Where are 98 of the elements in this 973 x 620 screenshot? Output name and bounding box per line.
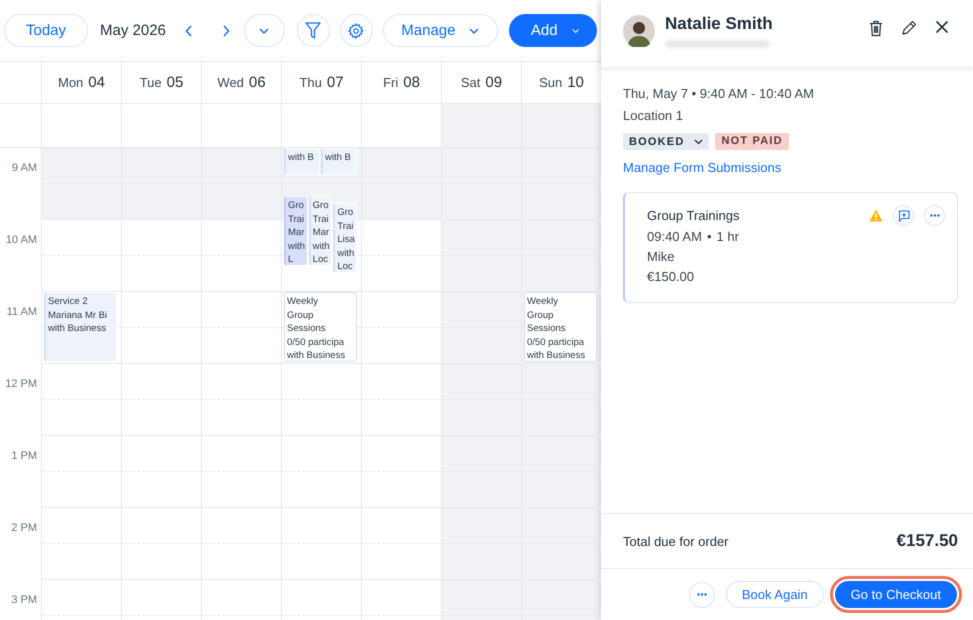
filter-button[interactable] (296, 14, 330, 47)
service-price: €150.00 (647, 269, 695, 284)
hour-label: 10 AM (6, 234, 37, 246)
weekday-label: Sun (539, 75, 562, 90)
event-text: Lisa (337, 233, 356, 247)
date-label: 05 (166, 74, 184, 91)
service-time: 09:40 AM (647, 229, 702, 244)
avatar-icon (623, 15, 655, 47)
event-text: Sessions (527, 322, 567, 336)
event-text: Mar (312, 226, 330, 240)
chevron-down-icon (572, 28, 579, 34)
next-icon[interactable] (222, 24, 230, 36)
weekday-label: Wed (217, 75, 244, 90)
total-amount: €157.50 (896, 531, 958, 551)
filter-icon (305, 22, 322, 40)
event-text: Trai (312, 212, 330, 226)
weekday-label: Mon (58, 75, 84, 90)
manage-button[interactable]: Manage (382, 14, 498, 47)
event-text: 0/50 participa (287, 336, 346, 349)
hour-label: 1 PM (11, 450, 37, 462)
chevron-down-icon (469, 28, 480, 34)
event-card[interactable]: Weekly Group Sessions 0/50 participa with Business (524, 292, 597, 362)
weekday-label: Tue (140, 75, 162, 90)
staff-name: Mike (647, 249, 676, 264)
more-icon (930, 214, 940, 217)
event-text: with (337, 246, 356, 260)
event-text: with B (288, 151, 315, 164)
checkout-button[interactable]: Go to Checkout (834, 581, 957, 608)
form-submissions-link[interactable]: Manage Form Submissions (623, 160, 958, 175)
event-text: with (288, 240, 306, 253)
hour-label: 2 PM (11, 522, 37, 534)
event-card[interactable]: with B (321, 148, 357, 175)
event-text: Gro (312, 199, 330, 212)
add-button[interactable]: Add (508, 14, 597, 47)
total-label: Total due for order (623, 534, 729, 548)
event-card[interactable]: Weekly Group Sessions 0/50 participa with Business (284, 292, 357, 362)
event-text: 0/50 participa (527, 336, 586, 349)
event-text: with Business (527, 349, 586, 361)
date-label: 09 (485, 74, 502, 91)
event-text: L (288, 253, 294, 265)
book-again-button[interactable]: Book Again (726, 581, 824, 608)
event-card[interactable]: Gro Trai Mar with L (284, 196, 308, 266)
chevron-down-icon (259, 28, 270, 34)
event-text: Group (287, 308, 314, 322)
event-text: Trai (337, 220, 354, 234)
event-text: Weekly (527, 295, 559, 308)
payment-badge: NOT PAID (715, 133, 789, 150)
note-icon (898, 210, 910, 222)
previous-icon[interactable] (184, 24, 193, 36)
close-icon[interactable] (935, 20, 949, 34)
event-text: Mar (288, 226, 306, 240)
date-label: 04 (88, 74, 105, 91)
event-text: Gro (288, 199, 305, 212)
event-text: Loc (337, 260, 354, 272)
event-text: Trai (288, 212, 306, 226)
event-card[interactable]: Gro Trai Lisa with Loc (333, 203, 357, 274)
settings-icon (347, 22, 366, 40)
period-label: May 2026 (100, 22, 166, 39)
event-text: Service 2 (48, 295, 89, 308)
settings-button[interactable] (340, 14, 373, 47)
add-note-button[interactable] (893, 205, 914, 226)
today-button[interactable]: Today (4, 14, 88, 47)
weekday-label: Sat (460, 75, 480, 90)
separator-dot: • (706, 229, 712, 244)
trash-icon[interactable] (869, 20, 883, 37)
date-label: 06 (248, 74, 266, 91)
event-text: with B (325, 151, 352, 164)
chevron-down-icon (694, 138, 704, 144)
weekday-label: Fri (383, 75, 398, 90)
status-dropdown[interactable]: BOOKED (623, 133, 710, 150)
customer-name: Natalie Smith (665, 14, 774, 34)
event-card[interactable]: Gro Trai Mar with Loc (308, 196, 332, 266)
hour-label: 9 AM (12, 162, 37, 174)
event-text: Mariana Mr Bi (48, 308, 108, 322)
event-card[interactable]: with B (284, 148, 320, 175)
hour-label: 3 PM (11, 594, 37, 606)
event-text: with Business (48, 322, 108, 336)
event-text: Sessions (287, 322, 327, 336)
hour-label: 12 PM (5, 378, 37, 390)
event-text: Weekly (287, 295, 319, 308)
more-icon (696, 593, 707, 596)
location-text: Location 1 (623, 108, 684, 123)
booking-time: Thu, May 7 • 9:40 AM - 10:40 AM (623, 86, 815, 101)
event-text: with Business (287, 349, 346, 361)
event-text: Gro (337, 206, 354, 220)
date-label: 07 (326, 74, 344, 91)
date-label: 08 (403, 74, 420, 91)
date-label: 10 (567, 74, 584, 91)
pencil-icon[interactable] (901, 20, 917, 36)
service-duration: 1 hr (716, 229, 739, 244)
hour-label: 11 AM (6, 306, 37, 318)
event-card[interactable]: Service 2 Mariana Mr Bi with Business (44, 292, 117, 362)
more-button[interactable] (924, 205, 945, 226)
service-title: Group Trainings (647, 208, 740, 223)
event-text: with (312, 240, 331, 253)
weekday-label: Thu (299, 75, 322, 90)
event-text: Group (527, 308, 554, 322)
event-text: Loc (312, 253, 329, 265)
